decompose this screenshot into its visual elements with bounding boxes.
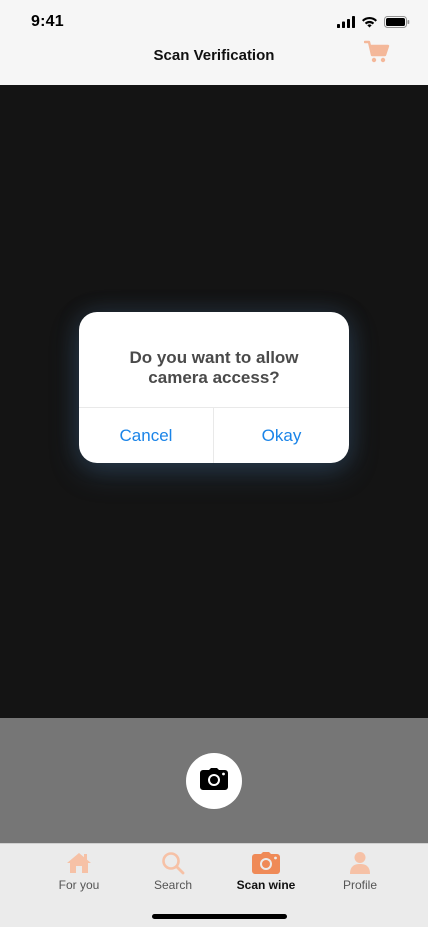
capture-panel	[0, 718, 428, 843]
tab-profile[interactable]: Profile	[315, 844, 405, 894]
home-indicator	[152, 914, 287, 919]
okay-button[interactable]: Okay	[214, 408, 349, 463]
nav-bar: Scan Verification	[0, 40, 428, 86]
signal-icon	[337, 15, 355, 33]
search-icon	[161, 851, 185, 880]
status-icons	[337, 15, 410, 33]
tab-scan-wine[interactable]: Scan wine	[221, 844, 311, 894]
battery-icon	[384, 15, 410, 33]
profile-icon	[349, 851, 371, 880]
tab-label: Scan wine	[236, 878, 296, 892]
tab-label: For you	[58, 878, 100, 892]
status-time: 9:41	[31, 13, 64, 30]
camera-permission-dialog: Do you want to allow camera access? Canc…	[79, 312, 349, 463]
tab-search[interactable]: Search	[128, 844, 218, 894]
camera-icon	[200, 767, 228, 795]
tab-label: Search	[153, 878, 193, 892]
tab-bar: For you Search Scan wine Profile	[0, 843, 428, 927]
status-bar: 9:41	[0, 0, 428, 44]
dialog-message: Do you want to allow camera access?	[129, 348, 299, 387]
tab-for-you[interactable]: For you	[34, 844, 124, 894]
home-icon	[66, 852, 92, 879]
camera-icon	[252, 851, 280, 879]
cart-button[interactable]	[363, 40, 391, 69]
wifi-icon	[361, 15, 378, 33]
tab-label: Profile	[342, 878, 377, 892]
capture-button[interactable]	[186, 753, 242, 809]
cancel-button[interactable]: Cancel	[79, 408, 213, 463]
cart-icon	[363, 40, 390, 69]
